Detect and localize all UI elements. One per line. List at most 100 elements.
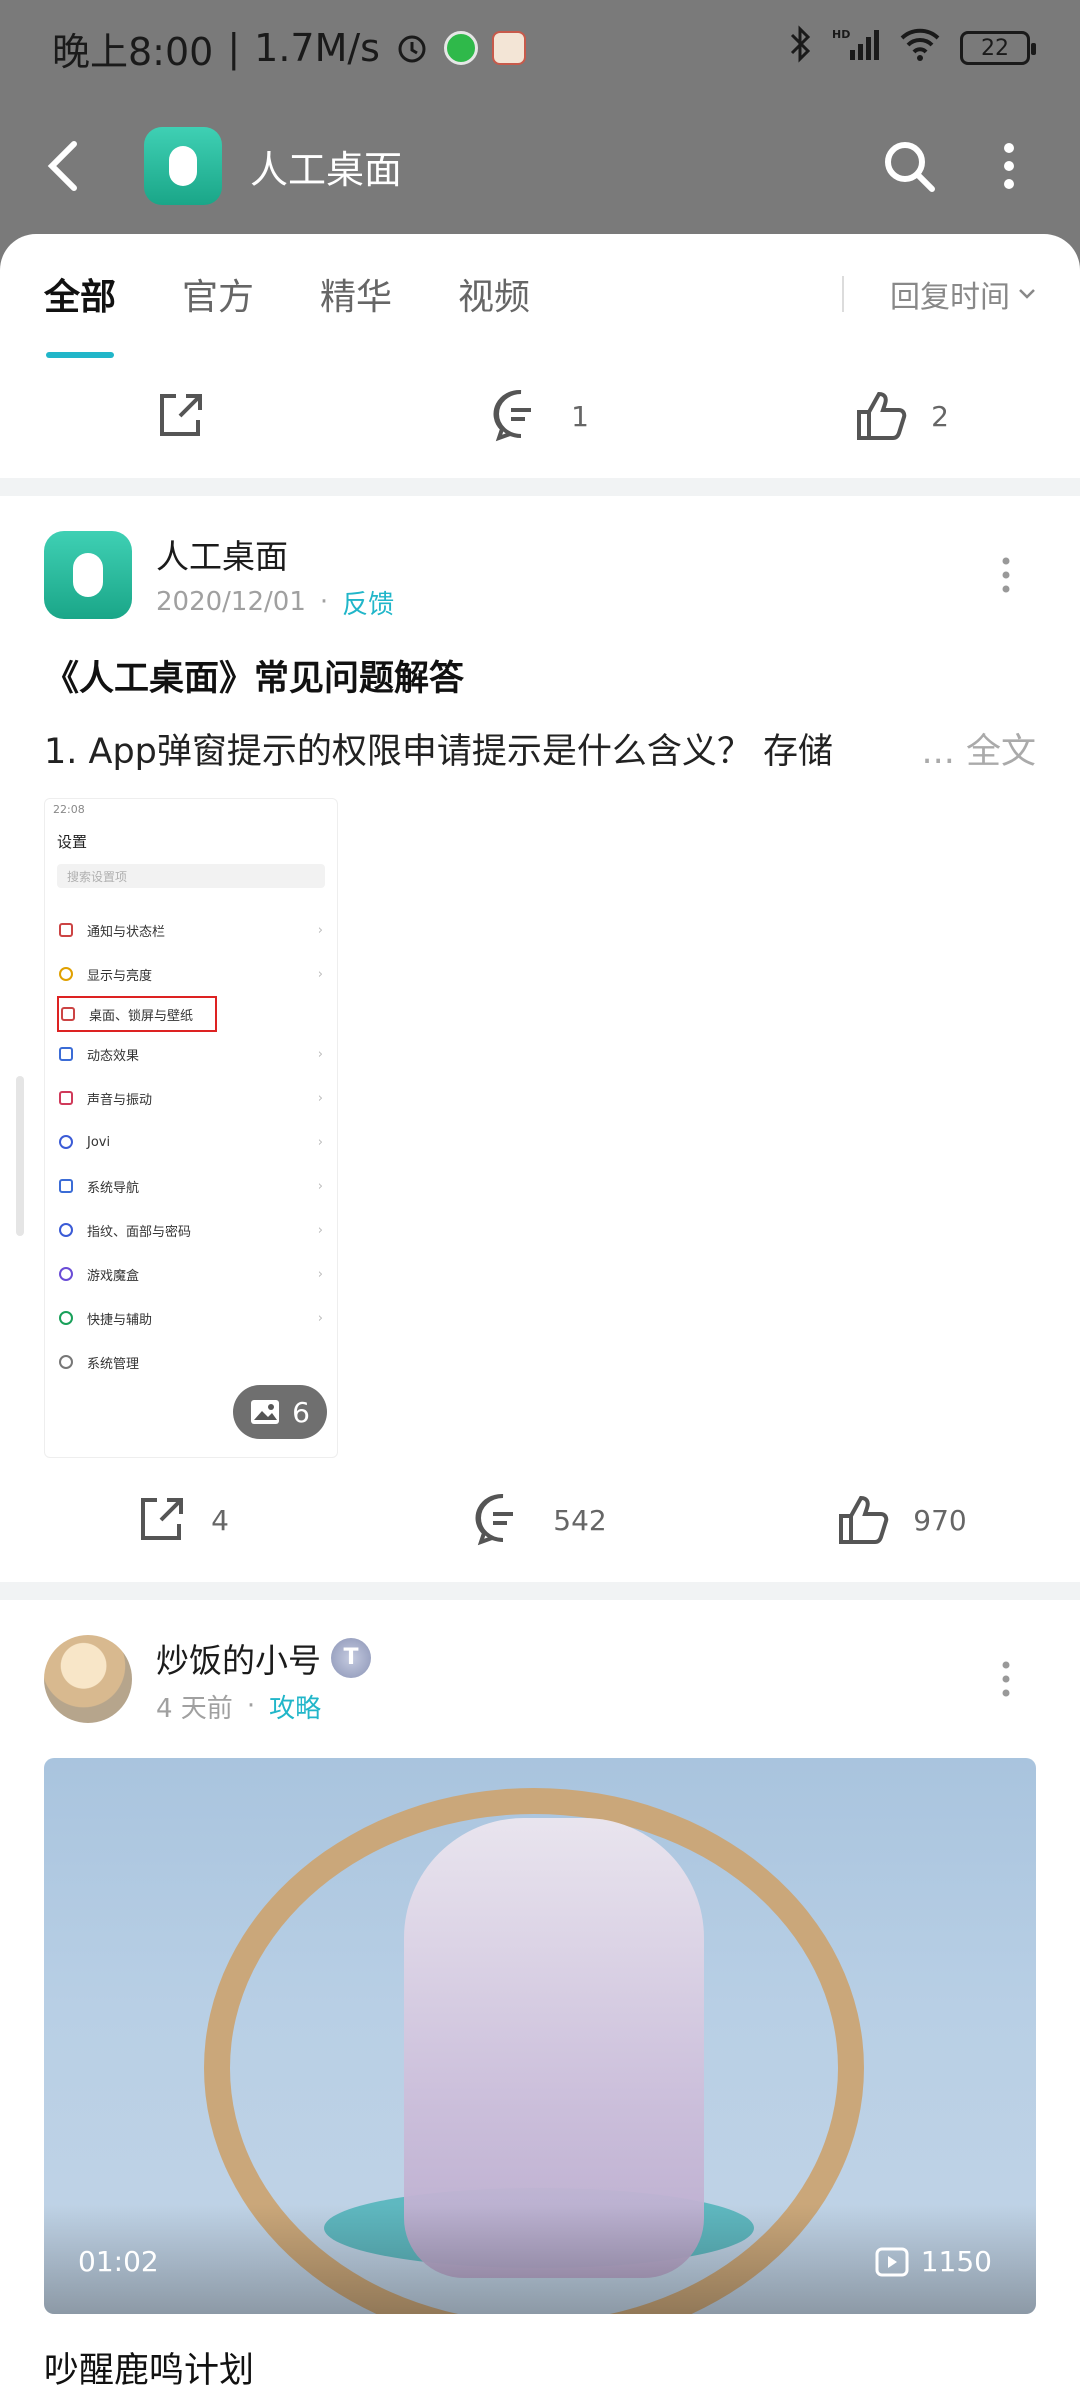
more-vertical-icon [1004,143,1014,189]
app-logo-pill [169,146,197,186]
comment-button[interactable]: 1 [360,386,720,446]
scroll-indicator [16,1076,24,1236]
more-vertical-icon [1002,557,1010,593]
comment-button[interactable]: 542 [360,1490,720,1550]
post-image[interactable]: 22:08 设置 搜索设置项 通知与状态栏 › 显示与亮度 › 桌面、锁屏与壁纸 动… [44,798,338,1458]
status-time: 晚上8:00 [52,29,214,74]
author-name[interactable]: 炒饭的小号 [156,1634,321,1682]
chevron-down-icon [1019,289,1035,299]
play-icon [875,2247,909,2276]
share-count: 4 [211,1503,229,1537]
comment-count: 542 [553,1503,607,1537]
thumbs-up-icon [857,391,907,440]
like-count: 2 [931,399,949,433]
back-button[interactable] [36,138,92,194]
thumbs-up-icon [839,1495,889,1544]
post-excerpt[interactable]: 1. App弹窗提示的权限申请提示是什么含义？ 存储 ... 全文 [44,723,1036,774]
meta-dot: · [246,1691,256,1721]
comment-count: 1 [571,399,589,433]
post-tag[interactable]: 反馈 [342,584,394,621]
image-row: 指纹、面部与密码 › [45,1208,337,1252]
alarm-icon [394,30,430,66]
image-row: 系统导航 › [45,1164,337,1208]
post-actions: 4 542 970 [0,1458,1080,1582]
status-right: HD 22 [788,25,1036,71]
sort-dropdown[interactable]: 回复时间 [890,272,1036,316]
view-count: 1150 [920,2245,992,2278]
post-time: 4 天前 [156,1693,233,1724]
post-more-button[interactable] [976,545,1036,605]
image-search-bar: 搜索设置项 [57,864,325,888]
video-views: 1150 [875,2245,992,2278]
tab-video[interactable]: 视频 [458,268,530,320]
author-name-row: 炒饭的小号 T [156,1634,371,1682]
image-row: 动态效果 › [45,1032,337,1076]
post-tag[interactable]: 攻略 [269,1688,321,1725]
read-more-link[interactable]: ... 全文 [921,723,1036,774]
more-vertical-icon [1002,1661,1010,1697]
network-label: HD [832,28,850,41]
image-row: Jovi › [45,1120,337,1164]
avatar-pill [73,553,103,597]
section-gap [0,1582,1080,1600]
battery-level: 22 [981,35,1009,61]
post-title[interactable]: 《人工桌面》常见问题解答 [44,650,1036,701]
image-count: 6 [292,1395,310,1429]
user-level-badge: T [331,1637,371,1678]
content-sheet: 全部 官方 精华 视频 回复时间 1 2 人工桌面 2020/12/01 · 反… [0,234,1080,2400]
sort-area: 回复时间 [842,272,1036,316]
author-block: 炒饭的小号 T 4 天前 · 攻略 [156,1634,371,1725]
avatar[interactable] [44,1635,132,1723]
section-gap [0,478,1080,496]
comment-icon [475,1493,514,1546]
avatar[interactable] [44,531,132,619]
excerpt-text: 1. App弹窗提示的权限申请提示是什么含义？ 存储 [44,732,834,772]
post-meta: 4 天前 · 攻略 [156,1688,371,1725]
image-settings-title: 设置 [57,833,88,851]
image-count-badge[interactable]: 6 [233,1385,327,1439]
signal-icon: HD [832,26,880,70]
battery-icon: 22 [960,31,1036,65]
meta-dot: · [319,587,329,617]
prev-post-actions: 1 2 [0,354,1080,478]
comment-icon [493,389,532,442]
video-duration: 01:02 [78,2245,159,2278]
post-date: 2020/12/01 [156,587,306,617]
page-title: 人工桌面 [250,147,403,192]
back-arrow-icon [47,141,77,191]
image-status-time: 22:08 [53,803,85,816]
like-count: 970 [913,1503,967,1537]
post-card[interactable]: 人工桌面 2020/12/01 · 反馈 《人工桌面》常见问题解答 1. App… [0,496,1080,1582]
more-options-button[interactable] [974,131,1044,201]
author-name[interactable]: 人工桌面 [156,530,394,578]
tab-featured[interactable]: 精华 [320,268,392,320]
app-bar: 人工桌面 [0,96,1080,236]
sort-label: 回复时间 [890,280,1010,315]
box-notification-icon [491,31,526,65]
tab-official[interactable]: 官方 [182,268,254,320]
post-header: 炒饭的小号 T 4 天前 · 攻略 [44,1600,1036,1724]
post-card[interactable]: 炒饭的小号 T 4 天前 · 攻略 01:02 1150 吵醒鹿鸣计划 [0,1600,1080,2393]
author-block: 人工桌面 2020/12/01 · 反馈 [156,530,394,621]
post-title[interactable]: 吵醒鹿鸣计划 [44,2342,1036,2393]
share-button[interactable]: 4 [0,1490,360,1550]
tab-all[interactable]: 全部 [44,268,116,358]
status-divider: | [227,26,241,70]
post-more-button[interactable] [976,1649,1036,1709]
bluetooth-icon [788,25,814,71]
like-button[interactable]: 2 [720,386,1080,446]
image-row: 显示与亮度 › [45,952,337,996]
post-meta: 2020/12/01 · 反馈 [156,584,394,621]
video-thumbnail[interactable]: 01:02 1150 [44,1758,1036,2314]
status-left: 晚上8:00 | 1.7M/s [52,21,526,76]
share-button[interactable] [0,386,360,446]
status-bar: 晚上8:00 | 1.7M/s HD 22 [0,0,1080,96]
wifi-icon [898,26,942,70]
share-icon [141,1498,184,1540]
like-button[interactable]: 970 [720,1490,1080,1550]
app-notification-icon [443,31,478,65]
filter-tabs: 全部 官方 精华 视频 回复时间 [0,234,1080,358]
sort-divider [842,276,844,312]
search-button[interactable] [874,131,944,201]
status-speed: 1.7M/s [254,26,380,70]
